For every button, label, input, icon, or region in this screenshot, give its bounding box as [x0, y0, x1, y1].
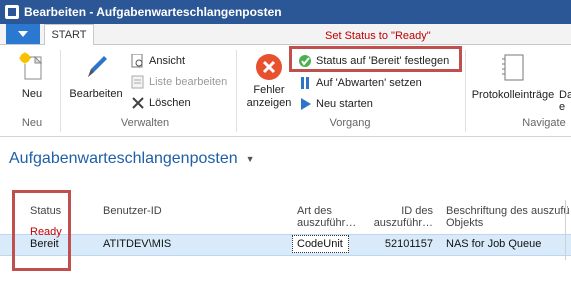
column-header-object-caption-line1: Beschriftung des auszufü	[446, 205, 570, 217]
edit-list-icon	[131, 75, 144, 89]
column-header-object-id-line1: ID des	[401, 205, 433, 217]
view-button[interactable]: Ansicht	[131, 54, 185, 68]
ribbon: Neu Neu Bearbeiten Ansicht Liste bearbei…	[0, 45, 571, 137]
cell-object-type[interactable]: CodeUnit	[297, 238, 343, 250]
show-errors-label-line1: Fehler	[253, 84, 285, 96]
column-header-object-type[interactable]: Art des auszuführ…	[297, 205, 356, 229]
file-menu-button[interactable]	[6, 24, 40, 44]
edit-button-label: Bearbeiten	[69, 88, 123, 100]
group-label-navigate: Navigate	[522, 117, 566, 129]
error-icon	[256, 54, 282, 80]
column-header-object-type-line2: auszuführ…	[297, 217, 357, 229]
restart-button[interactable]: Neu starten	[298, 97, 373, 111]
window-title: Bearbeiten - Aufgabenwarteschlangenposte…	[24, 5, 282, 19]
show-errors-label-line2: anzeigen	[246, 97, 292, 109]
truncated-next-button[interactable]: Da e	[559, 89, 571, 113]
scroll-edge	[565, 200, 566, 260]
set-on-hold-button[interactable]: Auf 'Abwarten' setzen	[298, 76, 422, 90]
restart-label: Neu starten	[316, 98, 373, 110]
group-divider	[236, 50, 237, 132]
column-header-object-type-line1: Art des	[297, 205, 332, 217]
delete-button[interactable]: Löschen	[131, 96, 191, 110]
log-entries-button[interactable]: Protokolleinträge	[471, 53, 555, 101]
pencil-icon	[88, 56, 107, 77]
group-divider	[60, 50, 61, 132]
column-header-object-caption[interactable]: Beschriftung des auszufü Objekts	[446, 205, 570, 229]
cell-object-id[interactable]: 52101157	[373, 238, 433, 250]
edit-list-button[interactable]: Liste bearbeiten	[131, 75, 227, 89]
play-icon	[301, 98, 311, 110]
log-book-icon	[502, 54, 524, 81]
column-header-object-id[interactable]: ID des auszuführ…	[373, 205, 433, 229]
page-title-text: Aufgabenwarteschlangenposten	[9, 150, 238, 167]
cell-object-caption[interactable]: NAS for Job Queue	[446, 238, 541, 250]
group-label-vorgang: Vorgang	[329, 117, 371, 129]
cell-user-id[interactable]: ATITDEV\MIS	[103, 238, 171, 250]
new-button-label: Neu	[21, 88, 43, 100]
group-label-verwalten: Verwalten	[120, 117, 170, 129]
delete-button-label: Löschen	[149, 97, 191, 109]
log-entries-label: Protokolleinträge	[471, 89, 555, 101]
new-button[interactable]: Neu	[10, 51, 54, 100]
chevron-down-icon	[18, 31, 28, 37]
page-title: Aufgabenwarteschlangenposten ▼	[9, 150, 255, 168]
truncated-next-label-line2: e	[559, 101, 566, 113]
pause-icon	[301, 77, 309, 89]
view-button-label: Ansicht	[149, 55, 186, 67]
show-errors-button[interactable]: Fehler anzeigen	[245, 53, 293, 110]
truncated-next-label-line1: Da	[559, 89, 571, 101]
column-header-user-id[interactable]: Benutzer-ID	[103, 205, 162, 217]
title-bar: Bearbeiten - Aufgabenwarteschlangenposte…	[0, 0, 571, 24]
view-icon	[131, 54, 143, 68]
annotation-highlight-status-box	[12, 190, 71, 271]
column-header-object-caption-line2: Objekts	[446, 217, 484, 229]
delete-x-icon	[132, 97, 144, 109]
annotation-highlight-box	[289, 46, 462, 72]
new-document-icon	[19, 52, 43, 80]
group-label-neu: Neu	[21, 117, 43, 129]
group-divider	[465, 50, 466, 132]
edit-button[interactable]: Bearbeiten	[68, 51, 124, 100]
column-header-object-id-line2: auszuführ…	[373, 217, 433, 229]
annotation-set-status-ready: Set Status to "Ready"	[325, 30, 431, 42]
chevron-down-icon[interactable]: ▼	[246, 154, 255, 164]
set-on-hold-label: Auf 'Abwarten' setzen	[316, 77, 422, 89]
edit-list-button-label: Liste bearbeiten	[149, 76, 228, 88]
app-icon	[5, 5, 19, 19]
tab-start[interactable]: START	[44, 24, 94, 45]
